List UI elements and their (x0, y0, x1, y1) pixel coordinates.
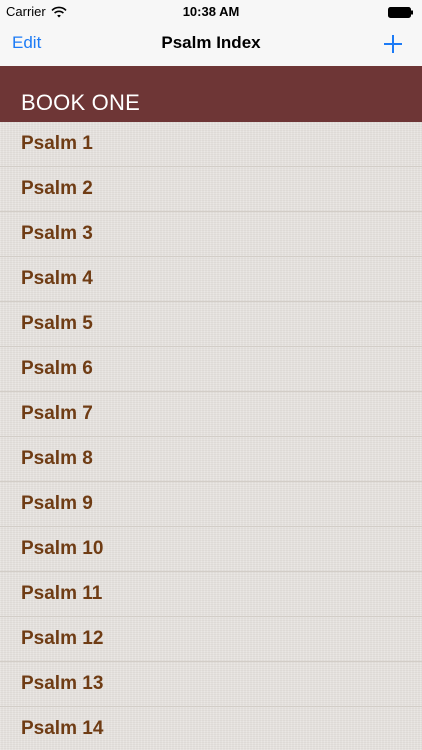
list-item-label: Psalm 3 (21, 223, 93, 244)
page-title: Psalm Index (161, 33, 261, 52)
list-item[interactable]: Psalm 8 (0, 437, 422, 482)
list-item-label: Psalm 9 (21, 493, 93, 514)
list-item-label: Psalm 6 (21, 358, 93, 379)
list-item[interactable]: Psalm 10 (0, 527, 422, 572)
list-item[interactable]: Psalm 3 (0, 212, 422, 257)
plus-icon[interactable] (382, 33, 404, 55)
list-item[interactable]: Psalm 5 (0, 302, 422, 347)
list-item-label: Psalm 1 (21, 133, 93, 154)
list-item[interactable]: Psalm 2 (0, 167, 422, 212)
list-item-label: Psalm 4 (21, 268, 93, 289)
list-item[interactable]: Psalm 14 (0, 707, 422, 750)
list-item-label: Psalm 14 (21, 718, 104, 739)
list-item-label: Psalm 5 (21, 313, 93, 334)
list-item-label: Psalm 2 (21, 178, 93, 199)
list-item-label: Psalm 10 (21, 538, 104, 559)
nav-bar: Edit Psalm Index (0, 24, 422, 67)
list-item-label: Psalm 8 (21, 448, 93, 469)
section-title: BOOK ONE (21, 90, 140, 115)
status-time: 10:38 AM (182, 4, 240, 19)
battery-icon (388, 6, 414, 18)
list-item[interactable]: Psalm 1 (0, 122, 422, 167)
list-item[interactable]: Psalm 9 (0, 482, 422, 527)
list-item[interactable]: Psalm 11 (0, 572, 422, 617)
list-item[interactable]: Psalm 13 (0, 662, 422, 707)
list-item-label: Psalm 11 (21, 583, 103, 604)
list-item[interactable]: Psalm 7 (0, 392, 422, 437)
list-item[interactable]: Psalm 6 (0, 347, 422, 392)
list-item-label: Psalm 13 (21, 673, 104, 694)
list-item-label: Psalm 7 (21, 403, 93, 424)
section-header: BOOK ONE (0, 66, 422, 122)
psalm-list: BOOK ONE Psalm 1 Psalm 2 Psalm 3 Psalm 4… (0, 66, 422, 750)
list-item[interactable]: Psalm 12 (0, 617, 422, 662)
status-bar: Carrier 10:38 AM (0, 0, 422, 24)
psalm-rows: Psalm 1 Psalm 2 Psalm 3 Psalm 4 Psalm 5 … (0, 122, 422, 750)
list-item-label: Psalm 12 (21, 628, 104, 649)
list-item[interactable]: Psalm 4 (0, 257, 422, 302)
